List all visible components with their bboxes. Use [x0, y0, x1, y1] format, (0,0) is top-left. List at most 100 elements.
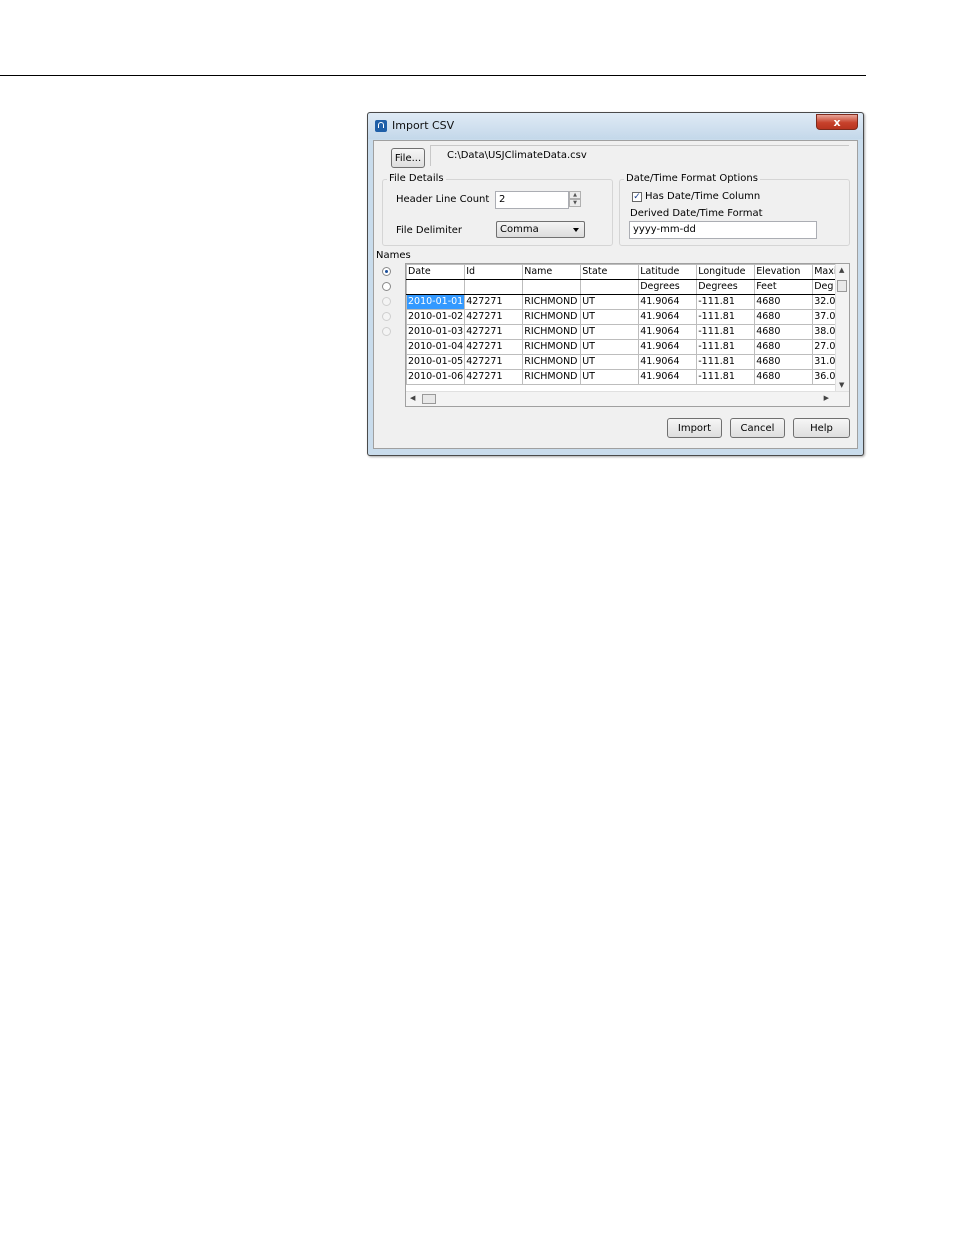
- table-cell[interactable]: -111.81: [696, 354, 756, 370]
- check-icon: ✓: [633, 192, 641, 202]
- table-cell[interactable]: 2010-01-04: [406, 339, 466, 355]
- column-header[interactable]: Name: [522, 264, 582, 280]
- derived-format-label: Derived Date/Time Format: [630, 208, 763, 219]
- scroll-down-icon[interactable]: ▼: [839, 381, 844, 389]
- table-cell[interactable]: 41.9064: [638, 309, 698, 325]
- table-cell[interactable]: 41.9064: [638, 354, 698, 370]
- vertical-scroll-thumb[interactable]: [837, 280, 847, 292]
- names-label: Names: [376, 250, 411, 261]
- horizontal-scrollbar[interactable]: ◀ ▶: [406, 391, 849, 406]
- column-header[interactable]: Longitude: [696, 264, 756, 280]
- cancel-button[interactable]: Cancel: [730, 418, 785, 438]
- close-button[interactable]: x: [816, 114, 858, 130]
- table-cell[interactable]: 427271: [464, 369, 524, 385]
- table-cell[interactable]: 2010-01-03: [406, 324, 466, 340]
- scroll-up-icon[interactable]: ▲: [839, 266, 844, 274]
- table-cell[interactable]: 2010-01-06: [406, 369, 466, 385]
- table-cell[interactable]: 4680: [754, 339, 814, 355]
- data-table: Date Id Name State Latitude Longitude El…: [406, 264, 844, 385]
- table-cell[interactable]: -111.81: [696, 294, 756, 310]
- title-bar[interactable]: Import CSV x: [368, 113, 863, 139]
- table-cell[interactable]: 427271: [464, 294, 524, 310]
- table-row[interactable]: 2010-01-04 427271 RICHMOND UT 41.9064 -1…: [406, 339, 844, 355]
- app-icon: [375, 120, 387, 132]
- spin-down-icon[interactable]: ▼: [569, 199, 581, 207]
- column-header[interactable]: Latitude: [638, 264, 698, 280]
- table-cell[interactable]: 427271: [464, 354, 524, 370]
- table-cell[interactable]: UT: [580, 294, 640, 310]
- table-cell[interactable]: RICHMOND: [522, 369, 582, 385]
- close-icon: x: [833, 116, 841, 129]
- header-line-count-spinner[interactable]: ▲ ▼: [569, 191, 581, 208]
- unit-cell[interactable]: Feet: [754, 279, 814, 295]
- table-cell[interactable]: UT: [580, 339, 640, 355]
- scroll-left-icon[interactable]: ◀: [410, 394, 415, 402]
- import-button[interactable]: Import: [667, 418, 722, 438]
- table-cell[interactable]: UT: [580, 324, 640, 340]
- vertical-scrollbar[interactable]: ▲ ▼: [835, 264, 849, 391]
- unit-cell[interactable]: [464, 279, 524, 295]
- table-cell[interactable]: 41.9064: [638, 369, 698, 385]
- table-row[interactable]: 2010-01-01 427271 RICHMOND UT 41.9064 -1…: [406, 294, 844, 310]
- table-cell[interactable]: 2010-01-01: [406, 294, 466, 310]
- table-cell[interactable]: RICHMOND: [522, 294, 582, 310]
- file-button[interactable]: File...: [391, 148, 425, 168]
- table-cell[interactable]: 41.9064: [638, 294, 698, 310]
- horizontal-scroll-thumb[interactable]: [422, 394, 436, 404]
- table-cell[interactable]: -111.81: [696, 309, 756, 325]
- has-datetime-label[interactable]: Has Date/Time Column: [645, 191, 760, 202]
- file-path-display: C:\Data\USJClimateData.csv: [430, 145, 849, 166]
- file-delimiter-select[interactable]: Comma: [496, 221, 585, 238]
- units-row: Degrees Degrees Feet Deg: [406, 279, 844, 295]
- unit-cell[interactable]: Degrees: [696, 279, 756, 295]
- names-radio-row-2[interactable]: [382, 282, 391, 291]
- table-cell[interactable]: 4680: [754, 369, 814, 385]
- table-cell[interactable]: 2010-01-05: [406, 354, 466, 370]
- unit-cell[interactable]: [580, 279, 640, 295]
- data-preview-grid[interactable]: Date Id Name State Latitude Longitude El…: [405, 263, 850, 407]
- table-cell[interactable]: UT: [580, 309, 640, 325]
- table-cell[interactable]: UT: [580, 354, 640, 370]
- table-row[interactable]: 2010-01-05 427271 RICHMOND UT 41.9064 -1…: [406, 354, 844, 370]
- table-cell[interactable]: 427271: [464, 324, 524, 340]
- spin-up-icon[interactable]: ▲: [569, 191, 581, 199]
- table-cell[interactable]: 4680: [754, 354, 814, 370]
- dialog-body: File... C:\Data\USJClimateData.csv File …: [373, 140, 858, 449]
- table-cell[interactable]: -111.81: [696, 339, 756, 355]
- table-cell[interactable]: RICHMOND: [522, 339, 582, 355]
- has-datetime-checkbox[interactable]: ✓: [632, 192, 642, 202]
- table-cell[interactable]: 4680: [754, 294, 814, 310]
- table-cell[interactable]: 4680: [754, 324, 814, 340]
- scroll-right-icon[interactable]: ▶: [824, 394, 829, 402]
- table-cell[interactable]: 427271: [464, 309, 524, 325]
- table-row[interactable]: 2010-01-06 427271 RICHMOND UT 41.9064 -1…: [406, 369, 844, 385]
- names-radio-row-5: [382, 327, 391, 336]
- table-cell[interactable]: 2010-01-02: [406, 309, 466, 325]
- table-cell[interactable]: RICHMOND: [522, 324, 582, 340]
- table-cell[interactable]: UT: [580, 369, 640, 385]
- table-cell[interactable]: 41.9064: [638, 339, 698, 355]
- unit-cell[interactable]: [522, 279, 582, 295]
- table-cell[interactable]: RICHMOND: [522, 354, 582, 370]
- unit-cell[interactable]: [406, 279, 466, 295]
- file-delimiter-label: File Delimiter: [396, 225, 463, 236]
- column-header[interactable]: Id: [464, 264, 524, 280]
- table-cell[interactable]: -111.81: [696, 369, 756, 385]
- column-header[interactable]: State: [580, 264, 640, 280]
- header-line-count-input[interactable]: 2: [495, 191, 569, 209]
- table-cell[interactable]: 427271: [464, 339, 524, 355]
- table-cell[interactable]: 41.9064: [638, 324, 698, 340]
- help-button[interactable]: Help: [793, 418, 850, 438]
- table-cell[interactable]: RICHMOND: [522, 309, 582, 325]
- names-radio-row-1[interactable]: [382, 267, 391, 276]
- header-line-count-label: Header Line Count: [396, 194, 490, 205]
- derived-format-input[interactable]: yyyy-mm-dd: [629, 221, 817, 239]
- window-title: Import CSV: [392, 119, 455, 132]
- table-row[interactable]: 2010-01-03 427271 RICHMOND UT 41.9064 -1…: [406, 324, 844, 340]
- column-header[interactable]: Elevation: [754, 264, 814, 280]
- table-cell[interactable]: 4680: [754, 309, 814, 325]
- unit-cell[interactable]: Degrees: [638, 279, 698, 295]
- table-row[interactable]: 2010-01-02 427271 RICHMOND UT 41.9064 -1…: [406, 309, 844, 325]
- table-cell[interactable]: -111.81: [696, 324, 756, 340]
- column-header[interactable]: Date: [406, 264, 466, 280]
